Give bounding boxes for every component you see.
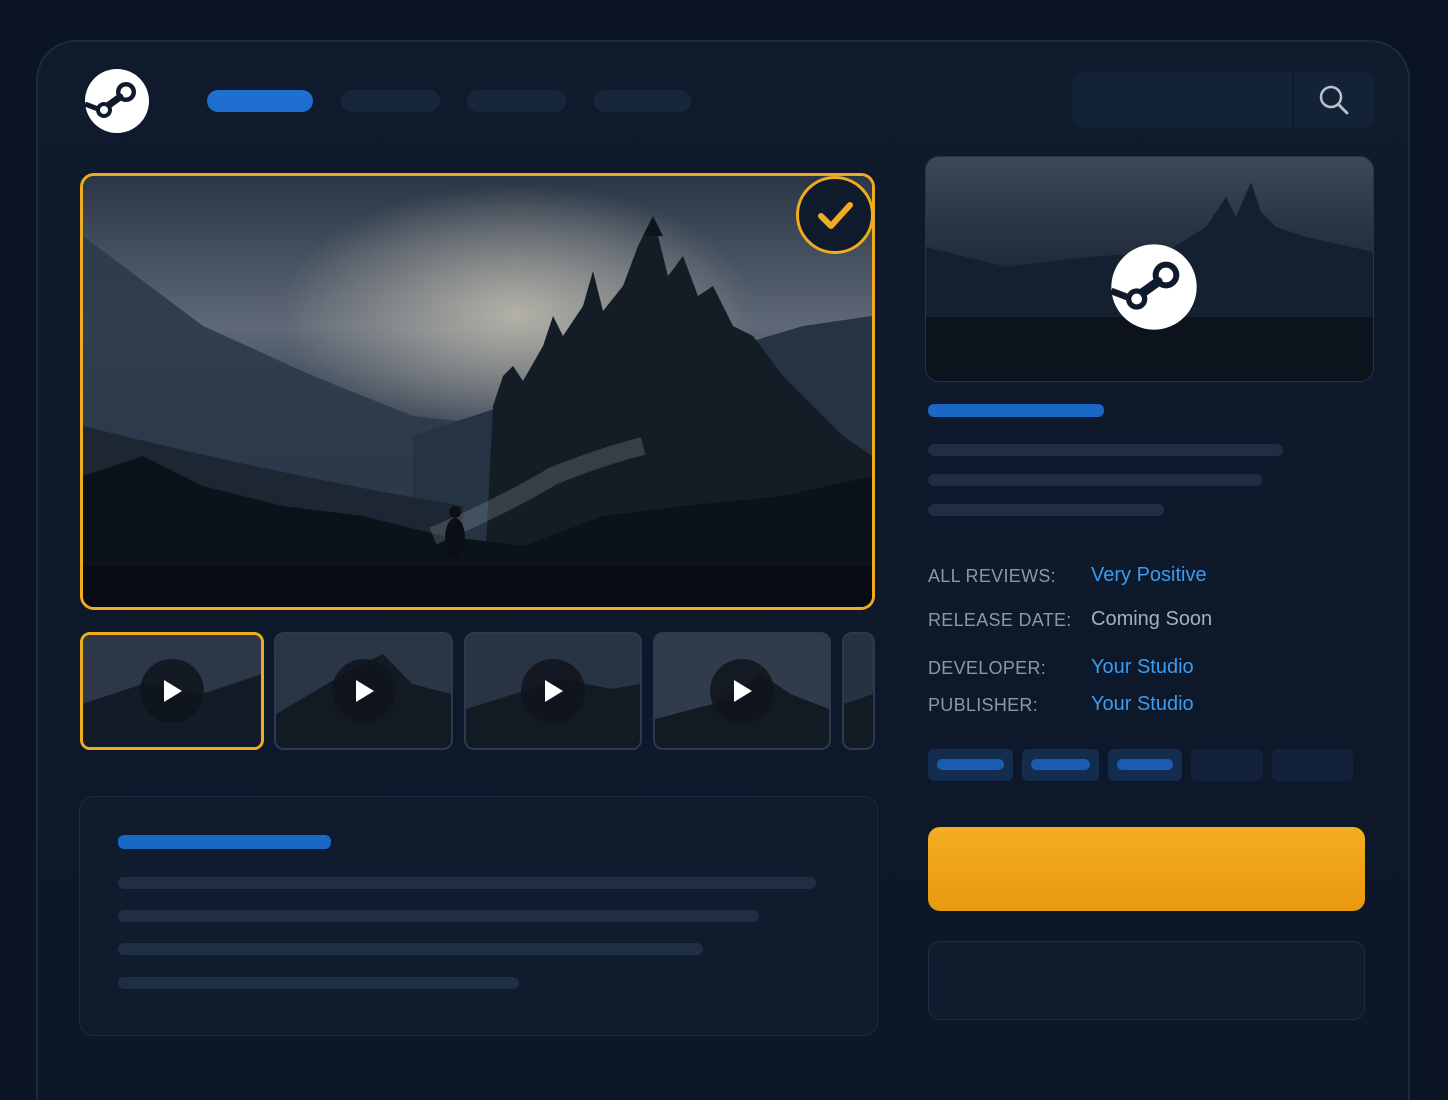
developer-link[interactable]: Your Studio: [1091, 656, 1194, 679]
thumbnail-image: [844, 634, 873, 748]
tag-label-placeholder: [1031, 759, 1090, 770]
thumbnail-5[interactable]: [842, 632, 875, 750]
play-button[interactable]: [521, 659, 585, 723]
search-icon: [1319, 85, 1349, 115]
play-button[interactable]: [710, 659, 774, 723]
publisher-link[interactable]: Your Studio: [1091, 693, 1194, 716]
description-heading-placeholder: [118, 835, 331, 849]
nav-item-3[interactable]: [467, 90, 566, 112]
play-icon: [355, 680, 374, 702]
play-button[interactable]: [331, 659, 396, 723]
nav-item-2[interactable]: [341, 90, 440, 112]
selected-badge: [796, 176, 874, 254]
main-screenshot[interactable]: [80, 173, 875, 610]
thumbnail-4[interactable]: [653, 632, 831, 750]
play-button[interactable]: [140, 659, 204, 723]
release-date-label: RELEASE DATE:: [928, 610, 1072, 630]
thumbnail-1[interactable]: [80, 632, 264, 750]
all-reviews-label: ALL REVIEWS:: [928, 566, 1056, 586]
secondary-action-button[interactable]: [928, 941, 1365, 1020]
play-icon: [734, 680, 752, 702]
nav-item-1[interactable]: [207, 90, 313, 112]
tag-chip[interactable]: [928, 749, 1013, 781]
castle-landscape-image: [83, 176, 872, 607]
tag-chip[interactable]: [1108, 749, 1182, 781]
tag-chip[interactable]: [1191, 749, 1263, 781]
search-bar: [1072, 72, 1374, 128]
game-title-placeholder: [928, 404, 1104, 417]
developer-label: DEVELOPER:: [928, 658, 1047, 678]
primary-action-button[interactable]: [928, 827, 1365, 911]
nav-item-4[interactable]: [594, 90, 691, 112]
checkmark-icon: [818, 202, 853, 229]
text-line-placeholder: [118, 910, 759, 922]
steam-logo-icon[interactable]: [84, 68, 150, 134]
tag-label-placeholder: [1117, 759, 1173, 770]
all-reviews-value[interactable]: Very Positive: [1091, 564, 1207, 587]
text-line-placeholder: [118, 877, 816, 889]
description-panel: [79, 796, 878, 1036]
release-date-value: Coming Soon: [1091, 608, 1213, 630]
tag-chip[interactable]: [1272, 749, 1353, 781]
search-input[interactable]: [1072, 72, 1290, 128]
steam-logo-icon: [1110, 244, 1197, 330]
thumbnail-2[interactable]: [274, 632, 453, 750]
thumbnail-3[interactable]: [464, 632, 642, 750]
summary-line-placeholder: [928, 504, 1164, 516]
search-button[interactable]: [1294, 72, 1374, 128]
summary-line-placeholder: [928, 444, 1283, 456]
tag-label-placeholder: [937, 759, 1004, 770]
text-line-placeholder: [118, 943, 703, 955]
tag-chip[interactable]: [1022, 749, 1099, 781]
play-icon: [545, 680, 563, 702]
publisher-label: PUBLISHER:: [928, 695, 1039, 715]
summary-line-placeholder: [928, 474, 1262, 486]
play-icon: [164, 680, 182, 702]
text-line-placeholder: [118, 977, 519, 989]
